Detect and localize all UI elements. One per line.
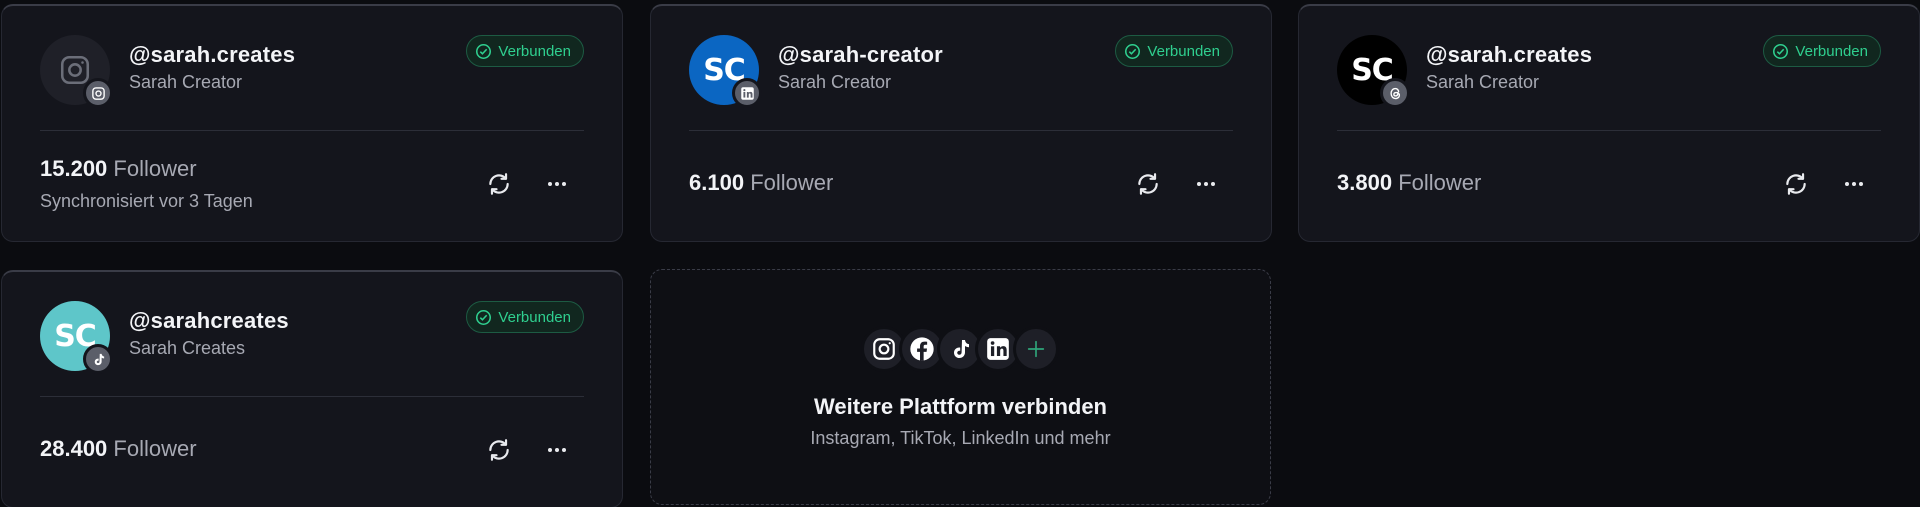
check-circle-icon bbox=[1125, 43, 1141, 59]
follower-label: Follower bbox=[113, 156, 197, 181]
more-horizontal-icon bbox=[548, 182, 566, 186]
account-card-tiktok: SC @sarahcreates Sarah Creates Verbunden… bbox=[1, 270, 623, 507]
follower-count: 15.200 Follower bbox=[40, 156, 197, 182]
status-label: Verbunden bbox=[1795, 42, 1868, 60]
check-circle-icon bbox=[476, 309, 492, 325]
more-horizontal-icon bbox=[1197, 182, 1215, 186]
linkedin-icon bbox=[740, 86, 754, 100]
status-label: Verbunden bbox=[498, 308, 571, 326]
tiktok-icon bbox=[94, 353, 104, 365]
follower-count: 6.100 Follower bbox=[689, 170, 833, 196]
platform-badge bbox=[83, 344, 113, 374]
refresh-icon bbox=[1138, 173, 1158, 195]
plus-icon bbox=[1013, 326, 1059, 372]
divider bbox=[689, 130, 1233, 131]
account-card-instagram: @sarah.creates Sarah Creator Verbunden 1… bbox=[1, 4, 623, 242]
follower-number: 6.100 bbox=[689, 170, 745, 195]
account-name: Sarah Creates bbox=[129, 338, 246, 358]
platform-badge bbox=[732, 78, 762, 108]
platform-icon-stack bbox=[861, 326, 1059, 372]
account-handle: @sarah.creates bbox=[1426, 42, 1593, 67]
account-card-linkedin: SC @sarah-creator Sarah Creator Verbunde… bbox=[650, 4, 1272, 242]
status-badge: Verbunden bbox=[466, 301, 584, 333]
status-label: Verbunden bbox=[1147, 42, 1220, 60]
account-name: Sarah Creator bbox=[1426, 72, 1540, 92]
status-badge: Verbunden bbox=[466, 35, 584, 67]
account-handle: @sarah-creator bbox=[778, 42, 943, 67]
sync-status: Synchronisiert vor 3 Tagen bbox=[40, 191, 253, 211]
refresh-icon bbox=[1786, 173, 1806, 195]
account-handle: @sarah.creates bbox=[129, 42, 296, 67]
more-horizontal-icon bbox=[1845, 182, 1863, 186]
follower-label: Follower bbox=[1398, 170, 1482, 195]
account-handle: @sarahcreates bbox=[129, 308, 289, 333]
refresh-button[interactable] bbox=[481, 166, 517, 202]
refresh-button[interactable] bbox=[1778, 166, 1814, 202]
refresh-button[interactable] bbox=[481, 432, 517, 468]
follower-number: 3.800 bbox=[1337, 170, 1393, 195]
status-label: Verbunden bbox=[498, 42, 571, 60]
more-options-button[interactable] bbox=[539, 432, 575, 468]
account-name: Sarah Creator bbox=[778, 72, 892, 92]
more-options-button[interactable] bbox=[1188, 166, 1224, 202]
connect-platform-subtitle: Instagram, TikTok, LinkedIn und mehr bbox=[810, 428, 1111, 448]
instagram-icon bbox=[91, 86, 105, 100]
avatar bbox=[40, 35, 113, 108]
threads-icon bbox=[1389, 87, 1400, 99]
connect-platform-title: Weitere Plattform verbinden bbox=[814, 394, 1107, 419]
divider bbox=[40, 130, 584, 131]
divider bbox=[40, 396, 584, 397]
refresh-icon bbox=[489, 439, 509, 461]
more-options-button[interactable] bbox=[539, 166, 575, 202]
connect-platform-card[interactable]: Weitere Plattform verbinden Instagram, T… bbox=[650, 269, 1271, 505]
follower-count: 3.800 Follower bbox=[1337, 170, 1481, 196]
account-card-threads: SC @sarah.creates Sarah Creator Verbunde… bbox=[1298, 4, 1920, 242]
platform-badge bbox=[1380, 78, 1410, 108]
check-circle-icon bbox=[1773, 43, 1789, 59]
avatar: SC bbox=[1337, 35, 1410, 108]
follower-count: 28.400 Follower bbox=[40, 436, 197, 462]
platform-badge bbox=[83, 78, 113, 108]
follower-label: Follower bbox=[113, 436, 197, 461]
account-name: Sarah Creator bbox=[129, 72, 243, 92]
status-badge: Verbunden bbox=[1763, 35, 1881, 67]
status-badge: Verbunden bbox=[1115, 35, 1233, 67]
avatar: SC bbox=[689, 35, 762, 108]
divider bbox=[1337, 130, 1881, 131]
more-horizontal-icon bbox=[548, 448, 566, 452]
connected-accounts-grid: @sarah.creates Sarah Creator Verbunden 1… bbox=[0, 0, 1920, 507]
follower-label: Follower bbox=[750, 170, 834, 195]
more-options-button[interactable] bbox=[1836, 166, 1872, 202]
refresh-button[interactable] bbox=[1130, 166, 1166, 202]
follower-number: 15.200 bbox=[40, 156, 108, 181]
follower-number: 28.400 bbox=[40, 436, 108, 461]
check-circle-icon bbox=[476, 43, 492, 59]
avatar: SC bbox=[40, 301, 113, 374]
refresh-icon bbox=[489, 173, 509, 195]
